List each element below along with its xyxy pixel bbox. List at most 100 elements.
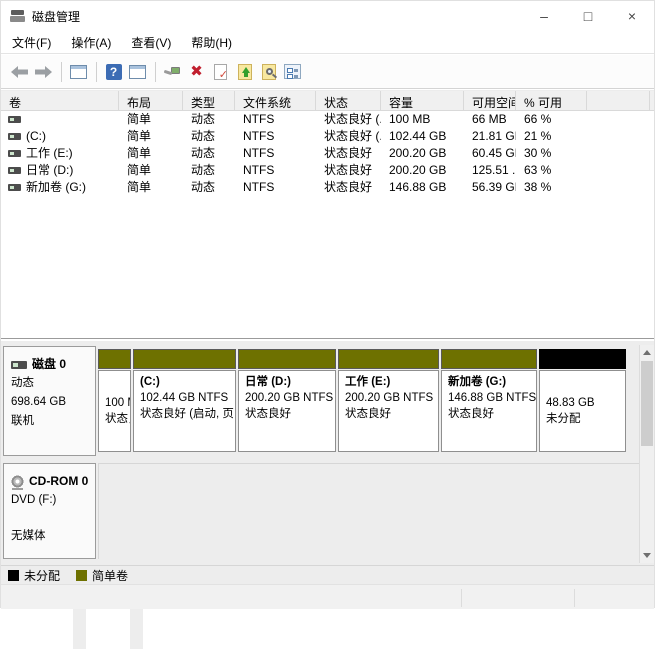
cell-layout: 简单	[119, 111, 183, 128]
partition-size: 100 MB	[105, 395, 130, 411]
vertical-scrollbar[interactable]	[639, 345, 654, 563]
properties-button[interactable]	[281, 60, 304, 84]
console-tree-button[interactable]: ◂	[67, 60, 90, 84]
action-pane-button[interactable]: ▸	[126, 60, 149, 84]
device-view-icon	[164, 66, 182, 78]
cell-fs: NTFS	[235, 145, 316, 162]
partition-status: 状态良好	[105, 411, 130, 427]
status-bar-separator	[461, 589, 462, 607]
table-row[interactable]: 简单 动态 NTFS 状态良好 (... 100 MB 66 MB 66 %	[1, 111, 654, 128]
cdrom-name: CD-ROM 0	[29, 472, 88, 491]
device-view-button[interactable]	[161, 60, 184, 84]
volume-name: 新加卷 (G:)	[26, 179, 86, 196]
volume-icon	[8, 150, 21, 157]
cdrom-drive: DVD (F:)	[11, 491, 93, 510]
partition-unallocated[interactable]: 48.83 GB 未分配	[539, 349, 626, 452]
forward-icon	[35, 66, 52, 78]
delete-volume-button[interactable]: ✖	[185, 60, 208, 84]
scrollbar-thumb[interactable]	[641, 361, 653, 446]
cell-free: 60.45 GB	[464, 145, 516, 162]
cell-status: 状态良好	[316, 162, 381, 179]
volume-name: (C:)	[26, 128, 46, 145]
partition-name: (C:)	[140, 374, 235, 390]
folder-search-icon	[262, 64, 276, 80]
volume-icon	[8, 167, 21, 174]
volume-name: 日常 (D:)	[26, 162, 73, 179]
partition-status: 状态良好	[345, 406, 438, 422]
menu-file[interactable]: 文件(F)	[9, 31, 60, 54]
close-button[interactable]: ×	[610, 1, 654, 31]
partition-size: 102.44 GB NTFS	[140, 390, 235, 406]
forward-button[interactable]	[32, 60, 55, 84]
table-row[interactable]: 日常 (D:) 简单 动态 NTFS 状态良好 200.20 GB 125.51…	[1, 162, 654, 179]
column-header-volume[interactable]: 卷	[1, 91, 119, 110]
cell-fs: NTFS	[235, 128, 316, 145]
partition-name: 工作 (E:)	[345, 374, 438, 390]
partition-color-bar	[338, 349, 439, 369]
volume-list: 卷 布局 类型 文件系统 状态 容量 可用空间 % 可用 简单 动态 NTFS …	[1, 90, 654, 338]
explore-volume-button[interactable]	[257, 60, 280, 84]
partition-system[interactable]: 100 MB 状态良好	[98, 349, 131, 452]
table-row[interactable]: 新加卷 (G:) 简单 动态 NTFS 状态良好 146.88 GB 56.39…	[1, 179, 654, 196]
back-icon	[11, 66, 28, 78]
table-row[interactable]: 工作 (E:) 简单 动态 NTFS 状态良好 200.20 GB 60.45 …	[1, 145, 654, 162]
disk0-info-panel[interactable]: 磁盘 0 动态 698.64 GB 联机	[3, 346, 96, 456]
partition-size: 200.20 GB NTFS	[345, 390, 438, 406]
help-button[interactable]: ?	[102, 60, 125, 84]
cell-layout: 简单	[119, 145, 183, 162]
volume-list-header: 卷 布局 类型 文件系统 状态 容量 可用空间 % 可用	[1, 90, 654, 111]
minimize-button[interactable]: –	[522, 1, 566, 31]
cell-type: 动态	[183, 179, 235, 196]
action-pane-icon: ▸	[129, 65, 146, 79]
cell-pct: 66 %	[516, 111, 587, 128]
column-header-free-space[interactable]: 可用空间	[464, 91, 516, 110]
cell-status: 状态良好 (...	[316, 111, 381, 128]
scrollbar-down-button[interactable]	[640, 548, 654, 563]
column-header-capacity[interactable]: 容量	[381, 91, 464, 110]
cdrom-media: 无媒体	[11, 527, 93, 546]
unallocated-color-swatch	[8, 570, 19, 581]
cell-pct: 38 %	[516, 179, 587, 196]
cell-status: 状态良好 (...	[316, 128, 381, 145]
check-document-icon	[214, 64, 227, 80]
maximize-button[interactable]: □	[566, 1, 610, 31]
window-controls: – □ ×	[522, 1, 654, 31]
delete-icon: ✖	[190, 64, 203, 79]
back-button[interactable]	[8, 60, 31, 84]
cdrom-info-panel[interactable]: CD-ROM 0 DVD (F:) 无媒体	[3, 463, 96, 559]
menu-help[interactable]: 帮助(H)	[188, 31, 241, 54]
column-header-type[interactable]: 类型	[183, 91, 235, 110]
partition-g[interactable]: 新加卷 (G:) 146.88 GB NTFS 状态良好	[441, 349, 537, 452]
volume-icon	[8, 184, 21, 191]
extend-volume-button[interactable]	[233, 60, 256, 84]
menu-bar: 文件(F) 操作(A) 查看(V) 帮助(H)	[1, 31, 654, 54]
disk0-size: 698.64 GB	[11, 393, 93, 412]
mark-partition-button[interactable]	[209, 60, 232, 84]
chevron-down-icon	[643, 553, 651, 558]
table-row[interactable]: (C:) 简单 动态 NTFS 状态良好 (... 102.44 GB 21.8…	[1, 128, 654, 145]
toolbar: ◂ ? ▸ ✖	[1, 55, 654, 89]
volume-icon	[8, 133, 21, 140]
cell-fs: NTFS	[235, 111, 316, 128]
help-icon: ?	[106, 64, 122, 80]
legend-unallocated: 未分配	[8, 567, 60, 584]
scrollbar-up-button[interactable]	[640, 345, 654, 360]
partition-e[interactable]: 工作 (E:) 200.20 GB NTFS 状态良好	[338, 349, 439, 452]
cell-layout: 简单	[119, 179, 183, 196]
column-header-layout[interactable]: 布局	[119, 91, 183, 110]
menu-action[interactable]: 操作(A)	[68, 31, 120, 54]
disk0-status: 联机	[11, 412, 93, 431]
column-header-filler	[587, 91, 650, 110]
cell-pct: 30 %	[516, 145, 587, 162]
menu-view[interactable]: 查看(V)	[128, 31, 180, 54]
partition-color-bar	[98, 349, 131, 369]
cell-capacity: 200.20 GB	[381, 162, 464, 179]
column-header-filesystem[interactable]: 文件系统	[235, 91, 316, 110]
cell-capacity: 102.44 GB	[381, 128, 464, 145]
cell-type: 动态	[183, 128, 235, 145]
disk0-type: 动态	[11, 374, 93, 393]
column-header-pct-free[interactable]: % 可用	[516, 91, 587, 110]
column-header-status[interactable]: 状态	[316, 91, 381, 110]
partition-d[interactable]: 日常 (D:) 200.20 GB NTFS 状态良好	[238, 349, 336, 452]
partition-c[interactable]: (C:) 102.44 GB NTFS 状态良好 (启动, 页	[133, 349, 236, 452]
